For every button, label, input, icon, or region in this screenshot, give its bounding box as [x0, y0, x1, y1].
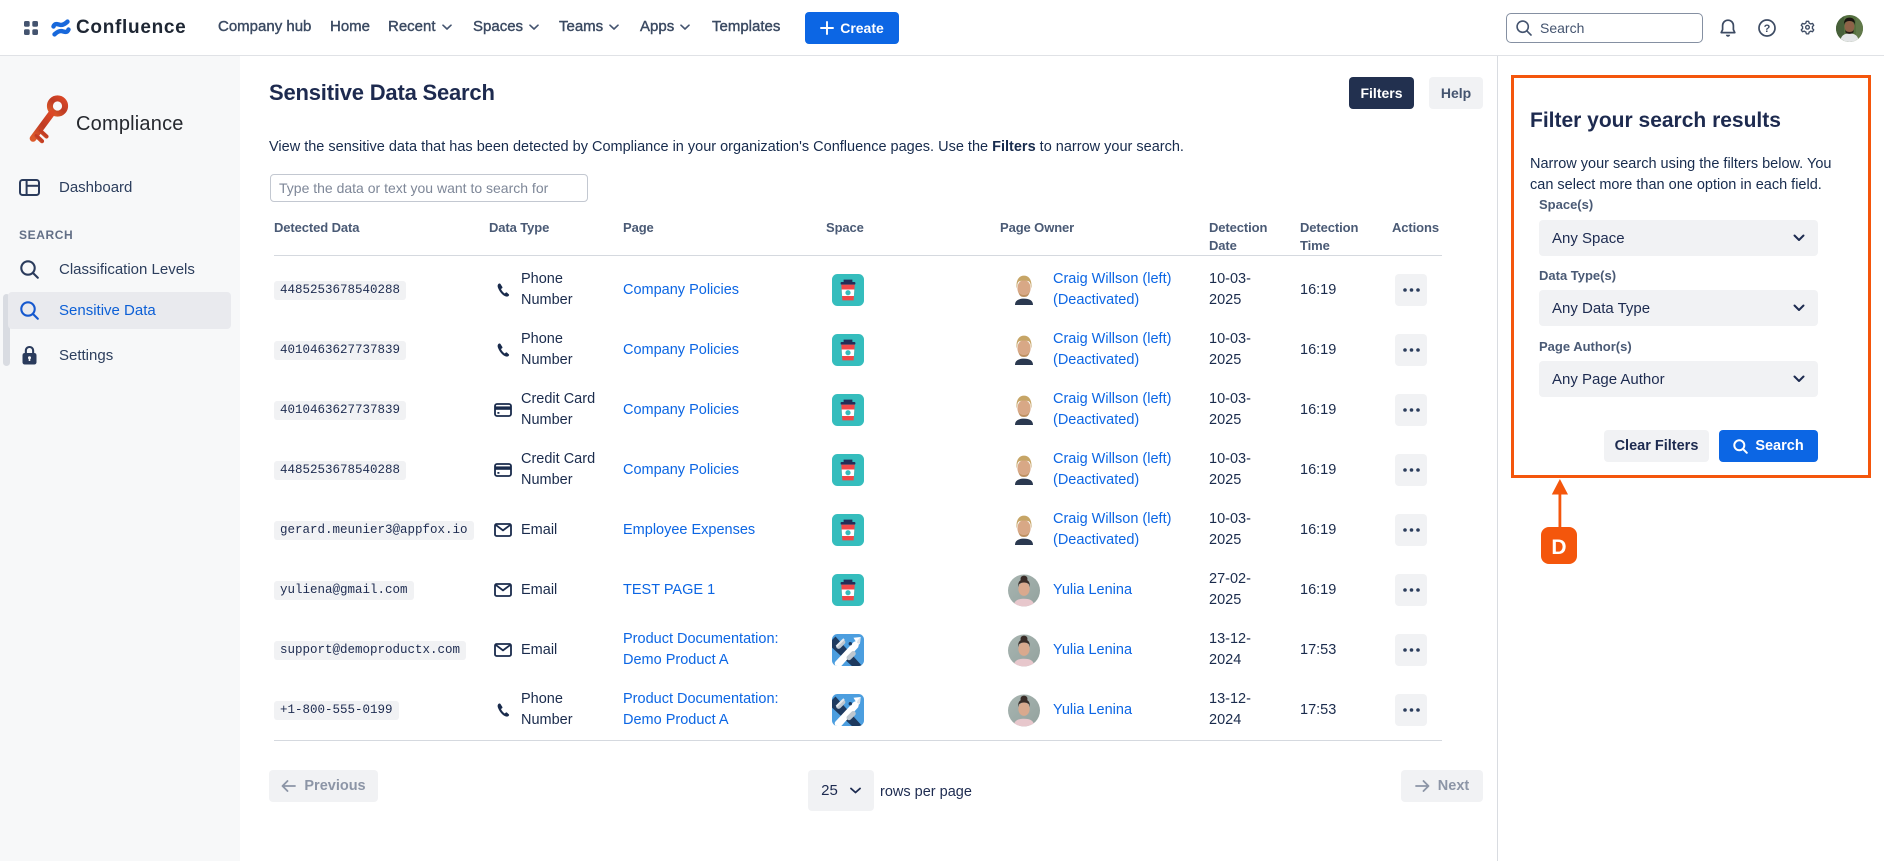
svg-text:D: D: [1551, 536, 1566, 559]
svg-text:?: ?: [1764, 23, 1771, 35]
